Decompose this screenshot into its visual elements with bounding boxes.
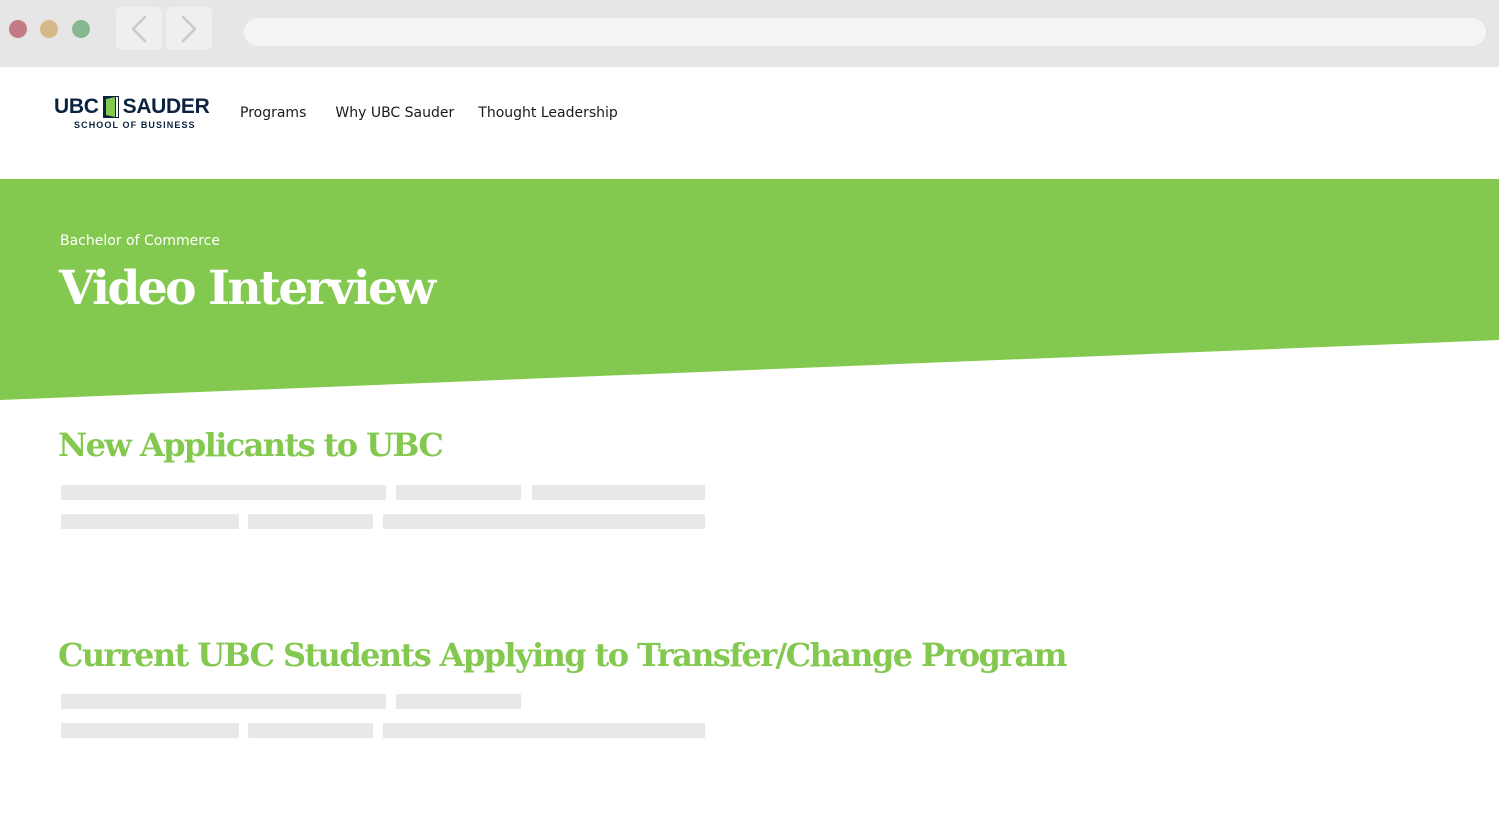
window-zoom-button[interactable] — [72, 20, 90, 38]
text-placeholder — [383, 723, 705, 738]
main-nav: Programs Why UBC Sauder Thought Leadersh… — [240, 105, 618, 121]
browser-toolbar — [0, 0, 1499, 67]
site-header: UBC SAUDER SCHOOL OF BUSINESS Programs W… — [0, 67, 1499, 179]
chevron-left-icon — [131, 15, 147, 42]
text-placeholder — [396, 694, 521, 709]
text-placeholder — [61, 514, 239, 529]
logo-right-word: SAUDER — [122, 95, 210, 118]
logo-subtitle: SCHOOL OF BUSINESS — [74, 120, 196, 130]
nav-why-ubc-sauder[interactable]: Why UBC Sauder — [335, 105, 454, 121]
chevron-right-icon — [181, 15, 197, 42]
text-placeholder — [61, 485, 386, 500]
text-placeholder — [532, 485, 705, 500]
text-placeholder — [383, 514, 705, 529]
forward-button[interactable] — [166, 7, 212, 50]
nav-thought-leadership[interactable]: Thought Leadership — [478, 105, 618, 121]
hero-eyebrow: Bachelor of Commerce — [60, 233, 220, 249]
ubc-sauder-logo[interactable]: UBC SAUDER SCHOOL OF BUSINESS — [54, 94, 210, 134]
window-minimize-button[interactable] — [40, 20, 58, 38]
back-button[interactable] — [116, 7, 162, 50]
hero-banner: Bachelor of Commerce Video Interview — [0, 179, 1499, 402]
text-placeholder — [396, 485, 521, 500]
text-placeholder — [248, 723, 373, 738]
logo-left-word: UBC — [54, 95, 99, 118]
nav-programs[interactable]: Programs — [240, 105, 306, 121]
page-title: Video Interview — [59, 261, 436, 316]
door-logo-icon — [102, 96, 119, 118]
text-placeholder — [61, 723, 239, 738]
section-title-new-applicants: New Applicants to UBC — [58, 426, 444, 464]
address-bar[interactable] — [244, 18, 1486, 46]
window-close-button[interactable] — [9, 20, 27, 38]
text-placeholder — [248, 514, 373, 529]
section-title-current-students: Current UBC Students Applying to Transfe… — [58, 636, 1068, 674]
text-placeholder — [61, 694, 386, 709]
